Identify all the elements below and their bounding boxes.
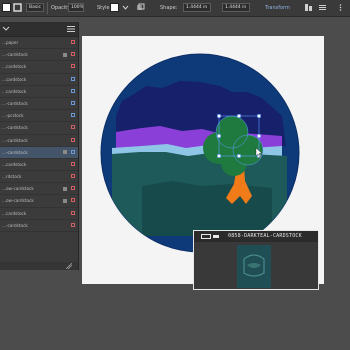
minimize-icon[interactable] bbox=[213, 235, 219, 238]
layer-row[interactable]: ...cardstock bbox=[0, 86, 78, 98]
layer-label: ...-pcstock bbox=[2, 113, 24, 119]
more-icon[interactable] bbox=[336, 3, 345, 12]
thumbnail-art bbox=[237, 245, 271, 288]
width-input[interactable]: 1.4444 in bbox=[183, 3, 211, 12]
layer-row[interactable]: ...cardstock bbox=[0, 74, 78, 86]
layer-label: ...cardstock bbox=[2, 210, 27, 216]
layer-color-box[interactable] bbox=[71, 149, 75, 154]
target-indicator-icon[interactable] bbox=[63, 52, 67, 57]
swatch-preview-panel: 0858-DARKTEAL-CARDSTOCK bbox=[193, 230, 319, 290]
resize-handle-icon[interactable] bbox=[66, 263, 72, 269]
layer-label: ...rdstock bbox=[2, 174, 22, 180]
preview-thumbnail bbox=[237, 245, 271, 288]
layer-label: ...-cardstock bbox=[2, 149, 28, 155]
layer-label: ...-cardstock bbox=[2, 100, 28, 106]
layer-label: ...paper bbox=[2, 40, 19, 45]
target-indicator-icon[interactable] bbox=[63, 198, 67, 203]
style-value: Basic bbox=[29, 5, 41, 10]
layer-color-box[interactable] bbox=[71, 100, 75, 105]
panel-menu-icon[interactable] bbox=[67, 26, 75, 32]
arrange-icon[interactable] bbox=[136, 3, 145, 12]
layer-color-box[interactable] bbox=[71, 125, 75, 130]
layer-color-box[interactable] bbox=[71, 222, 75, 227]
layer-label: ...-cardstock bbox=[2, 137, 28, 143]
chevron-down-icon[interactable] bbox=[121, 3, 130, 12]
layer-row[interactable]: ...cardstock bbox=[0, 159, 78, 172]
window-icon[interactable] bbox=[201, 234, 211, 239]
layer-color-box[interactable] bbox=[71, 161, 75, 166]
layer-color-box[interactable] bbox=[71, 88, 75, 93]
fill-icon[interactable] bbox=[2, 3, 11, 12]
layer-color-box[interactable] bbox=[71, 113, 75, 118]
layer-color-box[interactable] bbox=[71, 137, 75, 142]
layer-row[interactable]: ...paper bbox=[0, 37, 78, 50]
width-value: 1.4444 in bbox=[186, 5, 208, 10]
panel-footer bbox=[0, 262, 78, 270]
graphic-style-swatch[interactable] bbox=[110, 3, 119, 12]
layer-color-box[interactable] bbox=[71, 76, 75, 81]
layer-label: ...ow-cardstock bbox=[2, 186, 34, 192]
opacity-input[interactable]: 100% bbox=[68, 3, 84, 12]
layer-row[interactable]: ...-cardstock bbox=[0, 122, 78, 135]
layer-label: ...-cardstock bbox=[2, 125, 28, 131]
layer-row[interactable]: ...-cardstock bbox=[0, 135, 78, 147]
stroke-icon[interactable] bbox=[13, 3, 22, 12]
layer-color-box[interactable] bbox=[71, 198, 75, 203]
target-indicator-icon[interactable] bbox=[63, 150, 67, 155]
layer-row[interactable]: ...rdstock bbox=[0, 171, 78, 184]
layer-label: ...cardstock bbox=[2, 161, 27, 167]
layer-row[interactable]: ...ow-cardstock bbox=[0, 195, 78, 208]
control-bar: Basic Opacity: 100% Style: Shape: 1.4444… bbox=[0, 0, 350, 17]
align-icon[interactable] bbox=[304, 3, 313, 12]
collapse-icon[interactable] bbox=[2, 26, 10, 32]
layer-label: ...-cardstock bbox=[2, 222, 28, 228]
height-input[interactable]: 1.4444 in bbox=[222, 3, 250, 12]
layer-list: ...paper ...-cardstock ...cardstock ...card… bbox=[0, 37, 78, 232]
panel-header bbox=[0, 22, 78, 37]
transform-link[interactable]: Transform bbox=[265, 4, 290, 12]
tree-canopy-bottom bbox=[221, 150, 247, 176]
height-value: 1.4444 in bbox=[225, 5, 247, 10]
target-indicator-icon[interactable] bbox=[63, 186, 67, 191]
layer-row[interactable]: ...cardstock bbox=[0, 208, 78, 220]
shape-label: Shape: bbox=[160, 5, 178, 11]
preview-header: 0858-DARKTEAL-CARDSTOCK bbox=[194, 231, 318, 242]
layer-row[interactable]: ...-cardstock bbox=[0, 220, 78, 232]
layer-label: ...cardstock bbox=[2, 76, 27, 82]
layer-color-box[interactable] bbox=[71, 52, 75, 57]
layer-color-box[interactable] bbox=[71, 210, 75, 215]
divider bbox=[47, 2, 48, 14]
opacity-value: 100% bbox=[71, 5, 83, 10]
layer-label: ...-cardstock bbox=[2, 52, 28, 58]
style-dropdown[interactable]: Basic bbox=[26, 3, 44, 12]
layer-color-box[interactable] bbox=[71, 186, 75, 191]
menu-icon[interactable] bbox=[318, 3, 327, 12]
layer-row[interactable]: ...ow-cardstock bbox=[0, 183, 78, 196]
layers-panel: ...paper ...-cardstock ...cardstock ...card… bbox=[0, 22, 79, 270]
layer-row[interactable]: ...-cardstock bbox=[0, 49, 78, 62]
layer-color-box[interactable] bbox=[71, 174, 75, 179]
layer-row[interactable]: ...-cardstock bbox=[0, 98, 78, 111]
dark-teal-shape bbox=[142, 181, 272, 236]
layer-color-box[interactable] bbox=[71, 40, 75, 44]
layer-label: ...ow-cardstock bbox=[2, 198, 34, 204]
layer-label: ...cardstock bbox=[2, 88, 27, 94]
layer-row[interactable]: ...-cardstock bbox=[0, 146, 78, 159]
layer-row[interactable]: ...-pcstock bbox=[0, 110, 78, 123]
layer-row[interactable]: ...cardstock bbox=[0, 61, 78, 74]
layer-label: ...cardstock bbox=[2, 64, 27, 70]
preview-title: 0858-DARKTEAL-CARDSTOCK bbox=[228, 233, 302, 239]
layer-color-box[interactable] bbox=[71, 64, 75, 69]
